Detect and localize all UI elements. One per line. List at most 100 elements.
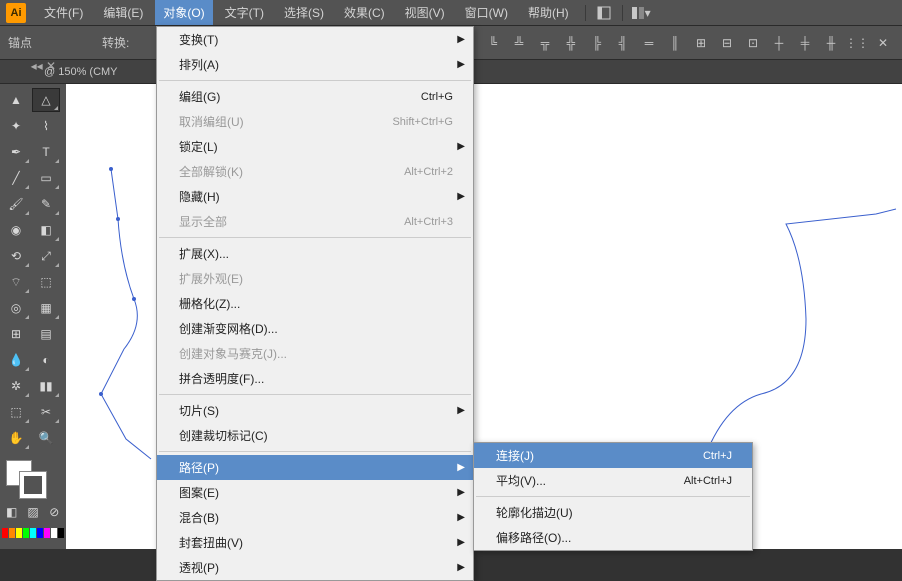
opt-btn[interactable]: ⋮⋮ xyxy=(846,32,868,54)
menu-item[interactable]: 路径(P)▶ xyxy=(157,455,473,480)
submenu-arrow-icon: ▶ xyxy=(457,141,465,152)
menu-separator xyxy=(159,237,471,238)
rectangle-tool[interactable]: ▭ xyxy=(32,166,60,190)
opt-btn[interactable]: ╚ xyxy=(482,32,504,54)
menu-edit[interactable]: 编辑(E) xyxy=(95,0,151,25)
submenu-arrow-icon: ▶ xyxy=(457,191,465,202)
gradient-mode[interactable]: ▨ xyxy=(23,500,42,524)
shape-builder-tool[interactable]: ◎ xyxy=(2,296,30,320)
menu-separator xyxy=(476,496,750,497)
menu-separator xyxy=(159,80,471,81)
menu-type[interactable]: 文字(T) xyxy=(217,0,272,25)
color-chip[interactable] xyxy=(44,528,50,538)
color-chip[interactable] xyxy=(9,528,15,538)
submenu-item[interactable]: 平均(V)...Alt+Ctrl+J xyxy=(474,468,752,493)
color-mode[interactable]: ◧ xyxy=(2,500,21,524)
color-chip[interactable] xyxy=(23,528,29,538)
opt-btn[interactable]: ╩ xyxy=(508,32,530,54)
color-chips xyxy=(2,528,64,538)
menu-item[interactable]: 透视(P)▶ xyxy=(157,555,473,580)
menu-item[interactable]: 隐藏(H)▶ xyxy=(157,184,473,209)
opt-btn[interactable]: ⊟ xyxy=(716,32,738,54)
submenu-item[interactable]: 轮廓化描边(U) xyxy=(474,500,752,525)
symbol-sprayer-tool[interactable]: ✲ xyxy=(2,374,30,398)
color-chip[interactable] xyxy=(2,528,8,538)
submenu-item[interactable]: 连接(J)Ctrl+J xyxy=(474,443,752,468)
eyedropper-tool[interactable]: 💧 xyxy=(2,348,30,372)
color-chip[interactable] xyxy=(37,528,43,538)
menu-item[interactable]: 编组(G)Ctrl+G xyxy=(157,84,473,109)
none-mode[interactable]: ⊘ xyxy=(45,500,64,524)
slice-tool[interactable]: ✂ xyxy=(32,400,60,424)
perspective-grid-tool[interactable]: ▦ xyxy=(32,296,60,320)
menu-item[interactable]: 变换(T)▶ xyxy=(157,27,473,52)
selection-tool[interactable]: ▲ xyxy=(2,88,30,112)
menu-item[interactable]: 锁定(L)▶ xyxy=(157,134,473,159)
menu-select[interactable]: 选择(S) xyxy=(276,0,332,25)
menu-view[interactable]: 视图(V) xyxy=(397,0,453,25)
opt-btn[interactable]: ✕ xyxy=(872,32,894,54)
pen-tool[interactable]: ✒ xyxy=(2,140,30,164)
artboard-tool[interactable]: ⬚ xyxy=(2,400,30,424)
lasso-tool[interactable]: ⌇ xyxy=(32,114,60,138)
menu-effect[interactable]: 效果(C) xyxy=(336,0,393,25)
opt-btn[interactable]: ┼ xyxy=(768,32,790,54)
color-chip[interactable] xyxy=(58,528,64,538)
color-chip[interactable] xyxy=(30,528,36,538)
menu-item[interactable]: 创建渐变网格(D)... xyxy=(157,316,473,341)
blend-tool[interactable]: ◐ xyxy=(32,348,60,372)
direct-selection-tool[interactable]: △ xyxy=(32,88,60,112)
menu-window[interactable]: 窗口(W) xyxy=(457,0,516,25)
pencil-tool[interactable]: ✎ xyxy=(32,192,60,216)
opt-btn[interactable]: ╦ xyxy=(534,32,556,54)
menu-item[interactable]: 排列(A)▶ xyxy=(157,52,473,77)
menu-item[interactable]: 切片(S)▶ xyxy=(157,398,473,423)
menu-item[interactable]: 创建裁切标记(C) xyxy=(157,423,473,448)
column-graph-tool[interactable]: ▮▮ xyxy=(32,374,60,398)
hand-tool[interactable]: ✋ xyxy=(2,426,30,450)
line-tool[interactable]: ╱ xyxy=(2,166,30,190)
free-transform-tool[interactable]: ⬚ xyxy=(32,270,60,294)
menu-item[interactable]: 扩展(X)... xyxy=(157,241,473,266)
submenu-arrow-icon: ▶ xyxy=(457,562,465,573)
color-chip[interactable] xyxy=(51,528,57,538)
opt-btn[interactable]: ║ xyxy=(664,32,686,54)
stroke-swatch[interactable] xyxy=(20,472,46,498)
opt-btn[interactable]: ╣ xyxy=(612,32,634,54)
opt-btn[interactable]: ⊞ xyxy=(690,32,712,54)
blob-brush-tool[interactable]: ◉ xyxy=(2,218,30,242)
scale-tool[interactable]: ⤢ xyxy=(32,244,60,268)
opt-btn[interactable]: ╠ xyxy=(586,32,608,54)
menu-item[interactable]: 图案(E)▶ xyxy=(157,480,473,505)
submenu-arrow-icon: ▶ xyxy=(457,462,465,473)
menu-object[interactable]: 对象(O) xyxy=(155,0,212,25)
opt-btn[interactable]: ╬ xyxy=(560,32,582,54)
menu-item[interactable]: 封套扭曲(V)▶ xyxy=(157,530,473,555)
mesh-tool[interactable]: ⊞ xyxy=(2,322,30,346)
menu-file[interactable]: 文件(F) xyxy=(36,0,91,25)
magic-wand-tool[interactable]: ✦ xyxy=(2,114,30,138)
type-tool[interactable]: T xyxy=(32,140,60,164)
rotate-tool[interactable]: ⟲ xyxy=(2,244,30,268)
layout-icon[interactable] xyxy=(594,3,614,23)
submenu-arrow-icon: ▶ xyxy=(457,487,465,498)
opt-btn[interactable]: ╫ xyxy=(820,32,842,54)
panel-handle[interactable]: ◂◂ ✕ xyxy=(0,60,60,72)
path-submenu: 连接(J)Ctrl+J平均(V)...Alt+Ctrl+J 轮廓化描边(U)偏移路… xyxy=(473,442,753,551)
menu-item[interactable]: 混合(B)▶ xyxy=(157,505,473,530)
opt-btn[interactable]: ═ xyxy=(638,32,660,54)
paintbrush-tool[interactable]: 🖌 xyxy=(2,192,30,216)
eraser-tool[interactable]: ◧ xyxy=(32,218,60,242)
color-chip[interactable] xyxy=(16,528,22,538)
arrange-icon[interactable]: ▾ xyxy=(631,3,651,23)
opt-btn[interactable]: ⊡ xyxy=(742,32,764,54)
zoom-tool[interactable]: 🔍 xyxy=(32,426,60,450)
submenu-item[interactable]: 偏移路径(O)... xyxy=(474,525,752,550)
menu-item[interactable]: 拼合透明度(F)... xyxy=(157,366,473,391)
width-tool[interactable]: ⌔ xyxy=(2,270,30,294)
menu-item[interactable]: 栅格化(Z)... xyxy=(157,291,473,316)
color-swatches[interactable] xyxy=(2,458,64,498)
menu-help[interactable]: 帮助(H) xyxy=(520,0,577,25)
gradient-tool[interactable]: ▤ xyxy=(32,322,60,346)
opt-btn[interactable]: ╪ xyxy=(794,32,816,54)
